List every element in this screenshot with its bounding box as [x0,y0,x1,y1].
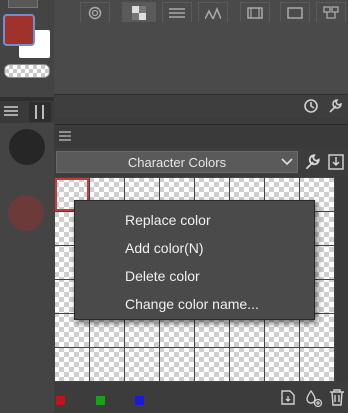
add-color-icon[interactable] [278,387,298,407]
main-color-swatch[interactable] [3,14,35,46]
import-icon[interactable] [326,152,346,172]
brush-size-preview[interactable] [9,129,45,165]
chevron-down-icon [281,154,293,173]
menu-item-change-color-name[interactable]: Change color name... [75,290,314,318]
transparent-color-swatch[interactable] [4,64,50,78]
wrench-icon[interactable] [326,97,344,115]
blue-swatch[interactable] [135,396,144,405]
tab-approximate-color[interactable] [198,2,228,22]
green-swatch[interactable] [96,396,105,405]
pen-tool-icon[interactable] [8,0,38,8]
color-set-name: Character Colors [127,154,227,170]
wrench-icon[interactable] [302,152,322,172]
menu-item-delete-color[interactable]: Delete color [75,262,314,290]
color-panel-tabs [54,124,348,148]
eyedropper-icon[interactable] [302,387,324,409]
tab-color-wheel[interactable] [80,2,110,22]
sliders-icon[interactable] [29,102,51,122]
trash-icon[interactable] [328,387,346,407]
color-set-dropdown[interactable]: Character Colors [56,151,298,173]
tab-intermediate-color[interactable] [162,2,192,22]
tab-layer-property[interactable] [280,2,310,22]
menu-icon[interactable] [58,128,72,144]
menu-item-replace-color[interactable]: Replace color [75,206,314,234]
menu-item-add-color[interactable]: Add color(N) [75,234,314,262]
tab-sub-tool[interactable] [316,2,346,22]
red-swatch[interactable] [56,396,65,405]
brush-color-preview[interactable] [8,195,44,231]
context-menu: Replace color Add color(N) Delete color … [74,200,315,320]
tab-color-set[interactable] [122,2,156,22]
scrollbar[interactable] [335,177,348,382]
tab-color-history[interactable] [240,2,270,22]
menu-icon[interactable] [4,104,18,118]
clock-icon[interactable] [302,97,320,115]
